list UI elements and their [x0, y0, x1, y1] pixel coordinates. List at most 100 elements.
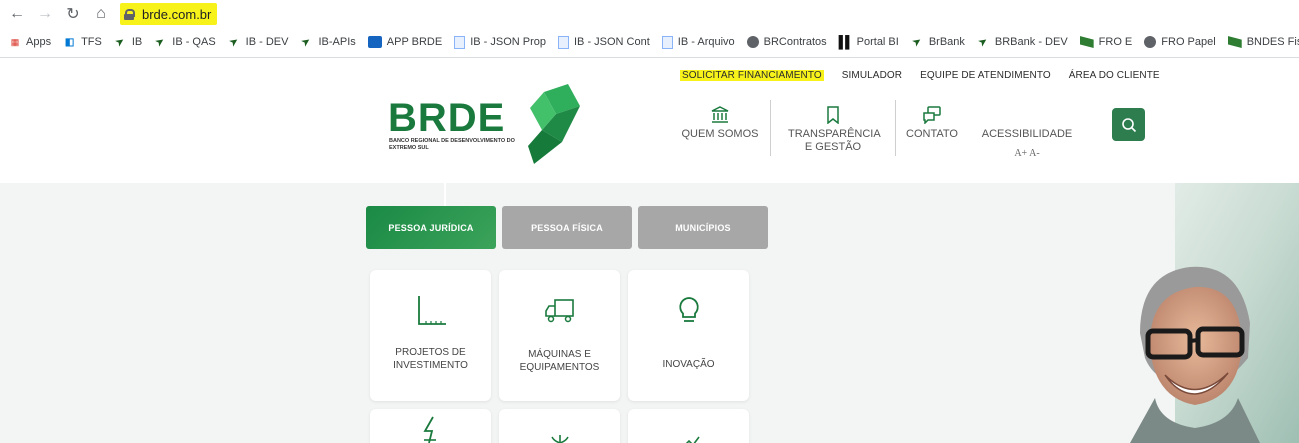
site-header: SOLICITAR FINANCIAMENTO SIMULADOR EQUIPE…	[0, 58, 1299, 183]
tfs-icon: ◧	[64, 36, 75, 48]
bookmark-item[interactable]: ➤ BRBank - DEV	[976, 34, 1068, 49]
bookmark-item[interactable]: ➤ IB - QAS	[153, 34, 216, 50]
chart-axis-icon	[370, 294, 491, 328]
bookmark-item[interactable]: IB - JSON Cont	[558, 35, 650, 49]
logo-subtitle: BANCO REGIONAL DE DESENVOLVIMENTO DO EXT…	[389, 138, 515, 151]
nav-transparencia-label: TRANSPARÊNCIA E GESTÃO	[788, 128, 881, 153]
bookmark-item[interactable]: ▦ Apps	[8, 36, 51, 49]
fro-icon	[1079, 36, 1094, 48]
url-highlight: brde.com.br	[120, 3, 218, 25]
tab-municipios[interactable]: MUNICÍPIOS	[638, 206, 768, 249]
home-icon[interactable]: ⌂	[90, 3, 112, 25]
main-content: PESSOA JURÍDICA PESSOA FÍSICA MUNICÍPIOS…	[0, 183, 1299, 443]
globe-icon	[746, 36, 759, 48]
truck-icon	[499, 294, 620, 328]
nav-transparencia[interactable]: TRANSPARÊNCIA E GESTÃO	[771, 102, 895, 160]
lock-icon	[124, 8, 135, 20]
card-inovacao[interactable]: INOVAÇÃO	[628, 270, 749, 401]
green-arrow-icon: ➤	[153, 34, 168, 50]
bookmark-label: BNDES Fisc	[1246, 36, 1299, 48]
main-nav: QUEM SOMOS TRANSPARÊNCIA E GESTÃO CONTAT…	[670, 100, 1086, 160]
website: SOLICITAR FINANCIAMENTO SIMULADOR EQUIPE…	[0, 58, 1299, 443]
nav-acessibilidade-label: ACESSIBILIDADE	[981, 128, 1073, 140]
bookmark-item[interactable]: BRContratos	[746, 36, 827, 48]
bookmarks-bar: ▦ Apps ◧ TFS ➤ IB ➤ IB - QAS ➤ IB - DEV ➤ IB-APIs AP…	[0, 30, 1299, 54]
bookmark-label: IB - DEV	[245, 36, 289, 48]
nav-quem-somos-label: QUEM SOMOS	[681, 128, 759, 140]
bookmark-item[interactable]: IB - JSON Prop	[454, 35, 546, 49]
bookmark-item[interactable]: BNDES Fisc	[1227, 36, 1299, 48]
tab-pessoa-juridica[interactable]: PESSOA JURÍDICA	[366, 206, 496, 249]
forward-arrow-icon[interactable]: →	[34, 3, 56, 25]
card-label-text: INOVAÇÃO	[662, 359, 715, 370]
bookmark-item[interactable]: FRO E	[1079, 36, 1133, 48]
bookmark-label: IB	[131, 36, 143, 48]
font-size-controls[interactable]: A+ A-	[968, 147, 1086, 160]
link-simulador[interactable]: SIMULADOR	[842, 70, 902, 81]
card-label-text: PROJETOS DE INVESTIMENTO	[393, 347, 468, 371]
green-arrow-icon: ➤	[299, 34, 314, 50]
bookmark-label: BRContratos	[763, 36, 827, 48]
bookmark-item[interactable]: ◧ TFS	[63, 36, 102, 49]
bookmark-item[interactable]: ➤ BrBank	[909, 34, 965, 50]
brde-app-icon	[367, 36, 382, 48]
card-label-text: MÁQUINAS E EQUIPAMENTOS	[519, 349, 600, 373]
smiling-man-image	[1130, 183, 1299, 443]
bookmark-label: Apps	[26, 36, 52, 48]
bookmark-item[interactable]: ➤ IB - DEV	[226, 34, 289, 50]
bookmark-label: IB - JSON Prop	[470, 36, 546, 48]
browser-nav-row: ← → ↻ ⌂ brde.com.br	[0, 0, 1299, 28]
bookmark-label: BrBank	[928, 36, 965, 48]
card-energia[interactable]	[370, 409, 491, 443]
bookmark-label: IB - QAS	[172, 36, 216, 48]
address-bar[interactable]: brde.com.br	[120, 3, 218, 25]
product-cards: PROJETOS DE INVESTIMENTO MÁQUINAS E EQUI…	[370, 270, 749, 443]
logo-mark-icon	[528, 84, 580, 164]
card-comercio[interactable]	[628, 409, 749, 443]
card-projetos-investimento[interactable]: PROJETOS DE INVESTIMENTO	[370, 270, 491, 401]
bank-icon	[670, 102, 770, 124]
nav-contato[interactable]: CONTATO	[896, 102, 968, 160]
bookmark-item[interactable]: APP BRDE	[367, 36, 443, 48]
link-equipe-atendimento[interactable]: EQUIPE DE ATENDIMENTO	[920, 70, 1051, 81]
bookmark-item[interactable]: ▌▌ Portal BI	[838, 34, 899, 49]
search-icon	[1121, 117, 1136, 132]
bookmark-item[interactable]: ➤ IB	[113, 34, 143, 49]
link-area-cliente[interactable]: ÁREA DO CLIENTE	[1069, 70, 1160, 81]
green-arrow-icon: ➤	[909, 34, 925, 50]
bookmark-icon	[771, 102, 895, 124]
tab-pessoa-fisica[interactable]: PESSOA FÍSICA	[502, 206, 632, 249]
nav-acessibilidade[interactable]: ACESSIBILIDADE A+ A-	[968, 102, 1086, 160]
logo-text: BRDE	[388, 96, 506, 140]
bar-chart-icon: ▌▌	[838, 34, 854, 49]
bookmark-label: APP BRDE	[386, 36, 443, 48]
bookmark-label: BRBank - DEV	[994, 36, 1068, 48]
bookmark-item[interactable]: ➤ IB-APIs	[299, 34, 356, 50]
document-icon	[558, 35, 569, 49]
bookmark-label: IB-APIs	[318, 36, 356, 48]
brde-logo[interactable]: BRDE BANCO REGIONAL DE DESENVOLVIMENTO D…	[388, 84, 588, 166]
reload-icon[interactable]: ↻	[62, 3, 84, 25]
nav-contato-label: CONTATO	[906, 128, 958, 140]
card-maquinas-equipamentos[interactable]: MÁQUINAS E EQUIPAMENTOS	[499, 270, 620, 401]
chat-icon	[896, 102, 968, 124]
back-arrow-icon[interactable]: ←	[6, 3, 28, 25]
segment-tabs: PESSOA JURÍDICA PESSOA FÍSICA MUNICÍPIOS	[366, 206, 774, 249]
plant-icon	[499, 431, 620, 443]
lightning-icon	[370, 415, 491, 443]
card-label: MÁQUINAS E EQUIPAMENTOS	[499, 348, 620, 374]
link-solicitar-financiamento[interactable]: SOLICITAR FINANCIAMENTO	[680, 70, 824, 81]
bookmark-label: FRO E	[1098, 36, 1133, 48]
search-button[interactable]	[1112, 108, 1145, 141]
green-arrow-icon: ➤	[226, 34, 242, 50]
nav-quem-somos[interactable]: QUEM SOMOS	[670, 102, 770, 160]
chart-line-icon	[628, 431, 749, 443]
bookmark-item[interactable]: FRO Papel	[1144, 36, 1216, 48]
bookmark-label: IB - JSON Cont	[574, 36, 650, 48]
card-agro[interactable]	[499, 409, 620, 443]
hero-photo	[1100, 183, 1299, 443]
bookmark-item[interactable]: IB - Arquivo	[661, 35, 735, 49]
bookmark-label: Portal BI	[856, 36, 899, 48]
top-links: SOLICITAR FINANCIAMENTO SIMULADOR EQUIPE…	[680, 70, 1178, 81]
